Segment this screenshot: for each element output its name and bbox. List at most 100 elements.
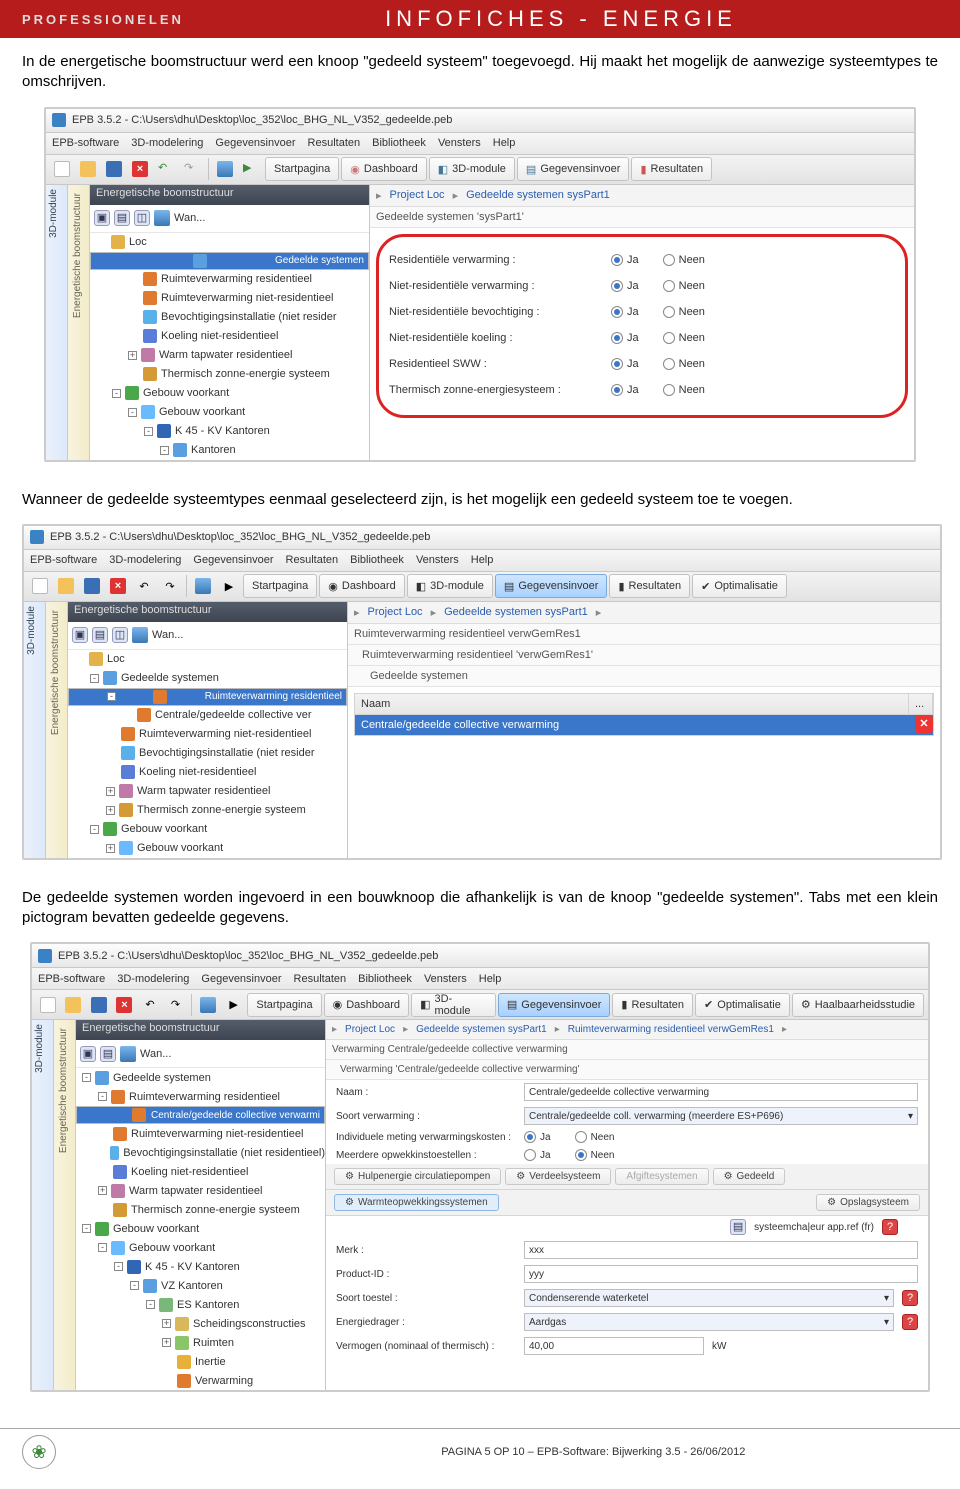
menu-item[interactable]: Bibliotheek [372,137,426,149]
tree-node[interactable]: Thermisch zonne-energie systeem [90,365,369,384]
tree-node[interactable]: -ES Kantoren [76,1295,325,1314]
tree-node[interactable]: Bevochtigingsinstallatie (niet resider [90,308,369,327]
help-icon[interactable]: ? [902,1314,918,1330]
expand-toggle-icon[interactable]: + [162,1319,171,1328]
tree-tool-icon[interactable]: ▣ [94,210,110,226]
start-button[interactable]: Startpagina [243,574,317,598]
tree-node[interactable]: +Warm tapwater residentieel [76,1181,325,1200]
menu-item[interactable]: Help [479,973,502,985]
menu-item[interactable]: EPB-software [52,137,119,149]
tree-node[interactable]: Thermisch zonne-energie systeem [76,1200,325,1219]
tree-node[interactable]: +Ruimten [76,1333,325,1352]
tab-verdeel[interactable]: ⚙Verdeelsysteem [505,1168,611,1185]
naam-input[interactable]: Centrale/gedeelde collective verwarming [524,1083,918,1101]
menu-item[interactable]: EPB-software [38,973,105,985]
3d-module-button[interactable]: ◧3D-module [407,574,493,598]
menu-item[interactable]: Gegevensinvoer [215,137,295,149]
tree-node[interactable]: +Gebouw voorkant [68,839,347,858]
tree-node[interactable]: -Ruimteverwarming residentieel [76,1087,325,1106]
menu-item[interactable]: 3D-modelering [117,973,189,985]
tree-tool-icon[interactable]: ◫ [134,210,150,226]
redo-icon[interactable]: ↷ [180,157,204,181]
tree-node[interactable]: Koeling niet-residentieel [90,327,369,346]
expand-toggle-icon[interactable]: - [128,408,137,417]
menu-item[interactable]: Vensters [438,137,481,149]
toestel-select[interactable]: Condenserende waterketel▾ [524,1289,894,1307]
expand-toggle-icon[interactable]: - [90,825,99,834]
tree-node[interactable]: +Warm tapwater residentieel [68,782,347,801]
start-button[interactable]: Startpagina [265,157,339,181]
radio-option[interactable]: Neen [663,358,705,370]
left-vtab-tree[interactable]: Energetische boomstructuur [46,602,68,858]
tree-node[interactable]: Bevochtigingsinstallatie (niet resider [68,744,347,763]
help-icon[interactable]: ? [882,1219,898,1235]
tree-node[interactable]: -K 45 - KV Kantoren [90,422,369,441]
tree-node[interactable]: Centrale/gedeelde collective ver [68,706,347,725]
tab-gedeeld[interactable]: ⚙Gedeeld [713,1168,786,1185]
expand-toggle-icon[interactable]: - [112,389,121,398]
save-icon[interactable] [102,157,126,181]
radio-option[interactable]: Ja [611,332,639,344]
resultaten-button[interactable]: ▮Resultaten [609,574,690,598]
open-icon[interactable] [62,993,86,1017]
expand-toggle-icon[interactable]: - [90,674,99,683]
new-icon[interactable] [36,993,60,1017]
menu-item[interactable]: Bibliotheek [350,554,404,566]
play-icon[interactable]: ▶ [239,157,263,181]
save-icon[interactable] [80,574,104,598]
menu-item[interactable]: Help [493,137,516,149]
left-vtab[interactable]: 3D-module [46,185,68,460]
tree-node[interactable]: Bevochtigingsinstallatie (niet residenti… [76,1143,325,1162]
tab-opslag[interactable]: ⚙Opslagsysteem [816,1194,920,1211]
delete-icon[interactable]: ✕ [915,715,933,733]
dashboard-button[interactable]: ◉Dashboard [319,574,404,598]
tree-node[interactable]: -Gebouw voorkant [90,403,369,422]
energie-select[interactable]: Aardgas▾ [524,1313,894,1331]
open-icon[interactable] [54,574,78,598]
tree-node[interactable]: Koeling niet-residentieel [68,763,347,782]
save-icon[interactable] [87,993,111,1017]
expand-toggle-icon[interactable]: - [160,446,169,455]
radio-option[interactable]: Ja [611,306,639,318]
undo-icon[interactable]: ↶ [132,574,156,598]
tree-node[interactable]: Verwarming [76,1371,325,1390]
expand-toggle-icon[interactable]: - [130,1281,139,1290]
expand-toggle-icon[interactable]: + [98,1186,107,1195]
menu-item[interactable]: Vensters [424,973,467,985]
tree-node[interactable]: Loc [68,650,347,669]
close-icon[interactable]: × [128,157,152,181]
radio-option[interactable]: Neen [663,280,705,292]
tree-node[interactable]: Gedeelde systemen [90,252,369,270]
radio-option[interactable]: Ja [611,358,639,370]
menu-item[interactable]: EPB-software [30,554,97,566]
radio-option[interactable]: Ja [611,384,639,396]
radio-option[interactable]: Ja [611,254,639,266]
info-icon[interactable]: ▤ [730,1219,746,1235]
tree-node[interactable]: +Thermisch zonne-energie systeem [68,801,347,820]
tree-node[interactable]: -Gebouw voorkant [90,384,369,403]
expand-toggle-icon[interactable]: + [106,787,115,796]
vermogen-input[interactable]: 40,00 [524,1337,704,1355]
tree-node[interactable]: Centrale/gedeelde collective verwarmi [76,1106,325,1124]
tree-node[interactable]: -Gebouw voorkant [76,1219,325,1238]
expand-toggle-icon[interactable]: - [114,1262,123,1271]
menu-item[interactable]: Help [471,554,494,566]
tab-hulp[interactable]: ⚙Hulpenergie circulatiepompen [334,1168,501,1185]
new-icon[interactable] [28,574,52,598]
tree-node[interactable]: +Scheidingsconstructies [76,1314,325,1333]
left-vtab-tree[interactable]: Energetische boomstructuur [68,185,90,460]
resultaten-button[interactable]: ▮Resultaten [631,157,712,181]
tree-node[interactable]: Koeling niet-residentieel [76,1162,325,1181]
open-icon[interactable] [76,157,100,181]
menu-item[interactable]: Gegevensinvoer [193,554,273,566]
tab-warmte[interactable]: ⚙Warmteopwekkingssystemen [334,1194,499,1211]
table-row[interactable]: Centrale/gedeelde collective verwarming✕ [355,715,933,735]
menu-item[interactable]: Resultaten [286,554,339,566]
tree-node[interactable]: Ruimteverwarming niet-residentieel [68,725,347,744]
undo-icon[interactable]: ↶ [154,157,178,181]
left-vtab[interactable]: 3D-module [24,602,46,858]
tree-node[interactable]: -Gedeelde systemen [76,1068,325,1087]
productid-input[interactable]: yyy [524,1265,918,1283]
tree-node[interactable]: -Gebouw voorkant [68,820,347,839]
help-icon[interactable]: ? [902,1290,918,1306]
